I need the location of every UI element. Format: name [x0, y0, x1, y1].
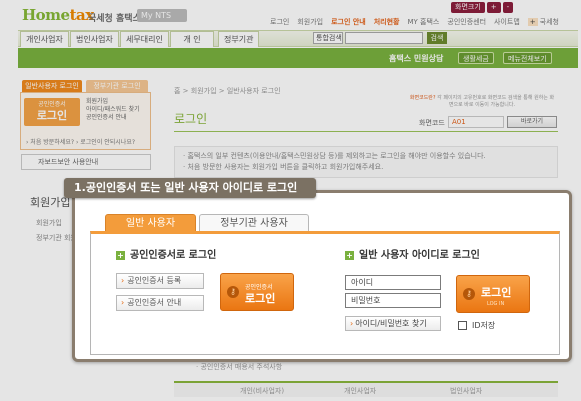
- plus-icon: +: [116, 251, 125, 260]
- cert-guide-button[interactable]: › 공인인증서 안내: [116, 295, 204, 311]
- password-field[interactable]: 비밀번호: [345, 293, 441, 308]
- arrow-right-icon: ›: [350, 319, 354, 328]
- save-id-checkbox[interactable]: [458, 321, 467, 330]
- plus-icon: +: [345, 251, 354, 260]
- find-id-password-button[interactable]: › 아이디/비밀번호 찾기: [345, 316, 441, 331]
- user-login-small: LOG IN: [487, 301, 505, 307]
- arrow-right-icon: ›: [121, 276, 125, 285]
- step-callout: 1.공인인증서 또는 일반 사용자 아이디로 로그인: [64, 178, 316, 198]
- save-id-label: ID저장: [472, 321, 496, 330]
- cert-register-button[interactable]: › 공인인증서 등록: [116, 273, 204, 289]
- arrow-right-icon: ›: [121, 298, 125, 307]
- cert-login-big: 로그인: [245, 292, 276, 305]
- tab-government-user[interactable]: 정부기관 사용자: [199, 214, 309, 232]
- key-icon: ⚷: [463, 288, 475, 300]
- cert-login-heading: + 공인인증서로 로그인: [116, 246, 216, 261]
- user-login-big: 로그인: [481, 286, 512, 299]
- cert-login-heading-text: 공인인증서로 로그인: [130, 250, 217, 261]
- cert-guide-label: 공인인증서 안내: [127, 298, 182, 307]
- user-login-button[interactable]: ⚷ 로그인 LOG IN: [456, 275, 530, 313]
- user-login-heading: + 일반 사용자 아이디로 로그인: [345, 246, 480, 261]
- user-login-heading-text: 일반 사용자 아이디로 로그인: [359, 250, 480, 261]
- key-icon: ⚷: [227, 286, 239, 298]
- find-id-password-label: 아이디/비밀번호 찾기: [355, 319, 427, 328]
- user-id-field[interactable]: 아이디: [345, 275, 441, 290]
- cert-login-button[interactable]: ⚷ 공인인증서 로그인: [220, 273, 294, 311]
- tab-general-user[interactable]: 일반 사용자: [105, 214, 196, 232]
- cert-register-label: 공인인증서 등록: [127, 276, 182, 285]
